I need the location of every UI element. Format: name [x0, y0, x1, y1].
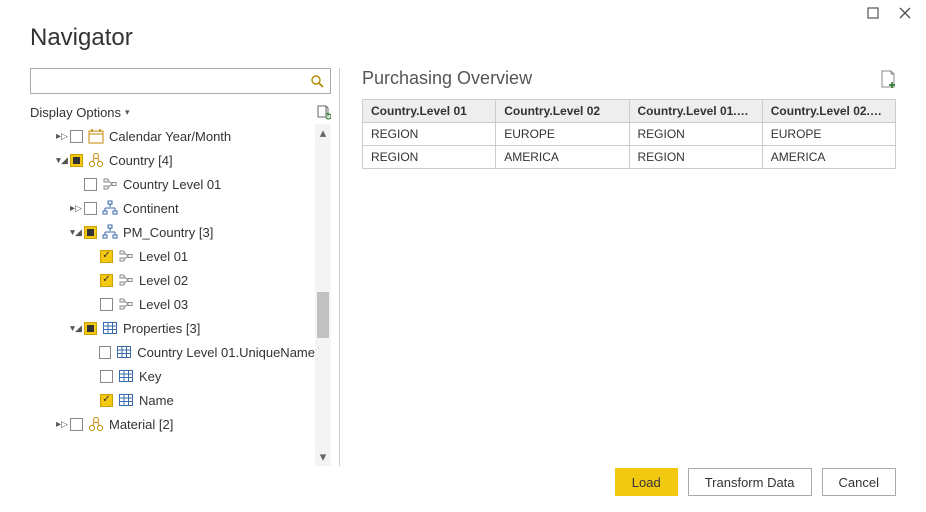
- tree-item[interactable]: Key: [30, 364, 315, 388]
- expand-collapse-icon[interactable]: ◢: [56, 155, 68, 166]
- tree-item[interactable]: ▷ Continent: [30, 196, 315, 220]
- page-title: Navigator: [30, 24, 926, 52]
- hier-icon: [102, 224, 118, 240]
- tree-item[interactable]: Level 02: [30, 268, 315, 292]
- tree-item[interactable]: ◢ Country [4]: [30, 148, 315, 172]
- level-icon: [118, 296, 134, 312]
- scroll-up-arrow-icon[interactable]: ▴: [317, 126, 329, 140]
- dim-icon: [88, 152, 104, 168]
- tree-item[interactable]: Country Level 01: [30, 172, 315, 196]
- checkbox[interactable]: [100, 250, 113, 263]
- search-input[interactable]: [31, 69, 304, 93]
- level-icon: [118, 272, 134, 288]
- tree-item-label: Properties [3]: [123, 321, 200, 336]
- checkbox[interactable]: [84, 322, 97, 335]
- tree-item-label: Continent: [123, 201, 179, 216]
- display-options-dropdown[interactable]: Display Options ▾: [30, 105, 130, 120]
- checkbox[interactable]: [99, 346, 111, 359]
- checkbox[interactable]: [70, 130, 83, 143]
- checkbox[interactable]: [84, 202, 97, 215]
- scroll-down-arrow-icon[interactable]: ▾: [317, 450, 329, 464]
- table-cell: EUROPE: [496, 123, 629, 146]
- expand-collapse-icon[interactable]: ▷: [56, 131, 68, 142]
- table-row[interactable]: REGIONEUROPEREGIONEUROPE: [363, 123, 896, 146]
- chevron-down-icon: ▾: [125, 107, 130, 118]
- checkbox[interactable]: [100, 298, 113, 311]
- tree-item[interactable]: Name: [30, 388, 315, 412]
- table-icon: [118, 368, 134, 384]
- tree-item[interactable]: ▷ Material [2]: [30, 412, 315, 436]
- calendar-icon: [88, 128, 104, 144]
- checkbox[interactable]: [84, 178, 97, 191]
- checkbox[interactable]: [84, 226, 97, 239]
- refresh-icon[interactable]: [315, 104, 331, 120]
- cancel-button[interactable]: Cancel: [822, 468, 896, 496]
- table-cell: REGION: [629, 146, 762, 169]
- table-icon: [118, 392, 134, 408]
- load-button[interactable]: Load: [615, 468, 678, 496]
- tree-scrollbar[interactable]: ▴ ▾: [315, 124, 331, 466]
- checkbox[interactable]: [70, 154, 83, 167]
- tree-item-label: Level 02: [139, 273, 188, 288]
- level-icon: [118, 248, 134, 264]
- tree-item[interactable]: ◢ PM_Country [3]: [30, 220, 315, 244]
- table-icon: [116, 344, 132, 360]
- tree-item-label: Key: [139, 369, 161, 384]
- tree-item-label: Level 03: [139, 297, 188, 312]
- tree-item[interactable]: ▷ Calendar Year/Month: [30, 124, 315, 148]
- table-icon: [102, 320, 118, 336]
- search-icon[interactable]: [304, 69, 330, 93]
- checkbox[interactable]: [100, 274, 113, 287]
- checkbox[interactable]: [100, 370, 113, 383]
- scroll-thumb[interactable]: [317, 292, 329, 338]
- tree-item[interactable]: Level 01: [30, 244, 315, 268]
- tree-item-label: Country Level 01: [123, 177, 221, 192]
- table-cell: REGION: [363, 123, 496, 146]
- maximize-button[interactable]: [866, 6, 880, 20]
- table-row[interactable]: REGIONAMERICAREGIONAMERICA: [363, 146, 896, 169]
- column-header[interactable]: Country.Level 02.Name: [762, 100, 895, 123]
- expand-collapse-icon[interactable]: ◢: [70, 323, 82, 334]
- checkbox[interactable]: [100, 394, 113, 407]
- preview-pane: Purchasing Overview Country.Level 01Coun…: [340, 68, 896, 466]
- table-cell: EUROPE: [762, 123, 895, 146]
- tree-item[interactable]: Level 03: [30, 292, 315, 316]
- search-box[interactable]: [30, 68, 331, 94]
- preview-title: Purchasing Overview: [362, 68, 532, 89]
- checkbox[interactable]: [70, 418, 83, 431]
- tree: ▷ Calendar Year/Month ◢ Country [4] Country …: [30, 124, 315, 466]
- tree-item-label: PM_Country [3]: [123, 225, 213, 240]
- expand-collapse-icon[interactable]: ◢: [70, 227, 82, 238]
- expand-collapse-icon[interactable]: ▷: [56, 419, 68, 430]
- table-cell: REGION: [363, 146, 496, 169]
- tree-item-label: Calendar Year/Month: [109, 129, 231, 144]
- tree-item-label: Country [4]: [109, 153, 173, 168]
- tree-item-label: Country Level 01.UniqueName: [137, 345, 315, 360]
- navigator-left-pane: Display Options ▾ ▷ Calendar Year/Month ◢ C…: [30, 68, 340, 466]
- preview-table: Country.Level 01Country.Level 02Country.…: [362, 99, 896, 169]
- tree-item[interactable]: ◢ Properties [3]: [30, 316, 315, 340]
- column-header[interactable]: Country.Level 02: [496, 100, 629, 123]
- hier-icon: [102, 200, 118, 216]
- column-header[interactable]: Country.Level 01: [363, 100, 496, 123]
- close-button[interactable]: [898, 6, 912, 20]
- column-header[interactable]: Country.Level 01.Name: [629, 100, 762, 123]
- level-icon: [102, 176, 118, 192]
- table-cell: AMERICA: [762, 146, 895, 169]
- tree-item-label: Material [2]: [109, 417, 173, 432]
- tree-item-label: Name: [139, 393, 174, 408]
- tree-item[interactable]: Country Level 01.UniqueName: [30, 340, 315, 364]
- display-options-label: Display Options: [30, 105, 121, 120]
- expand-collapse-icon[interactable]: ▷: [70, 203, 82, 214]
- table-cell: REGION: [629, 123, 762, 146]
- transform-data-button[interactable]: Transform Data: [688, 468, 812, 496]
- tree-item-label: Level 01: [139, 249, 188, 264]
- add-column-icon[interactable]: [880, 70, 896, 88]
- table-cell: AMERICA: [496, 146, 629, 169]
- dim-icon: [88, 416, 104, 432]
